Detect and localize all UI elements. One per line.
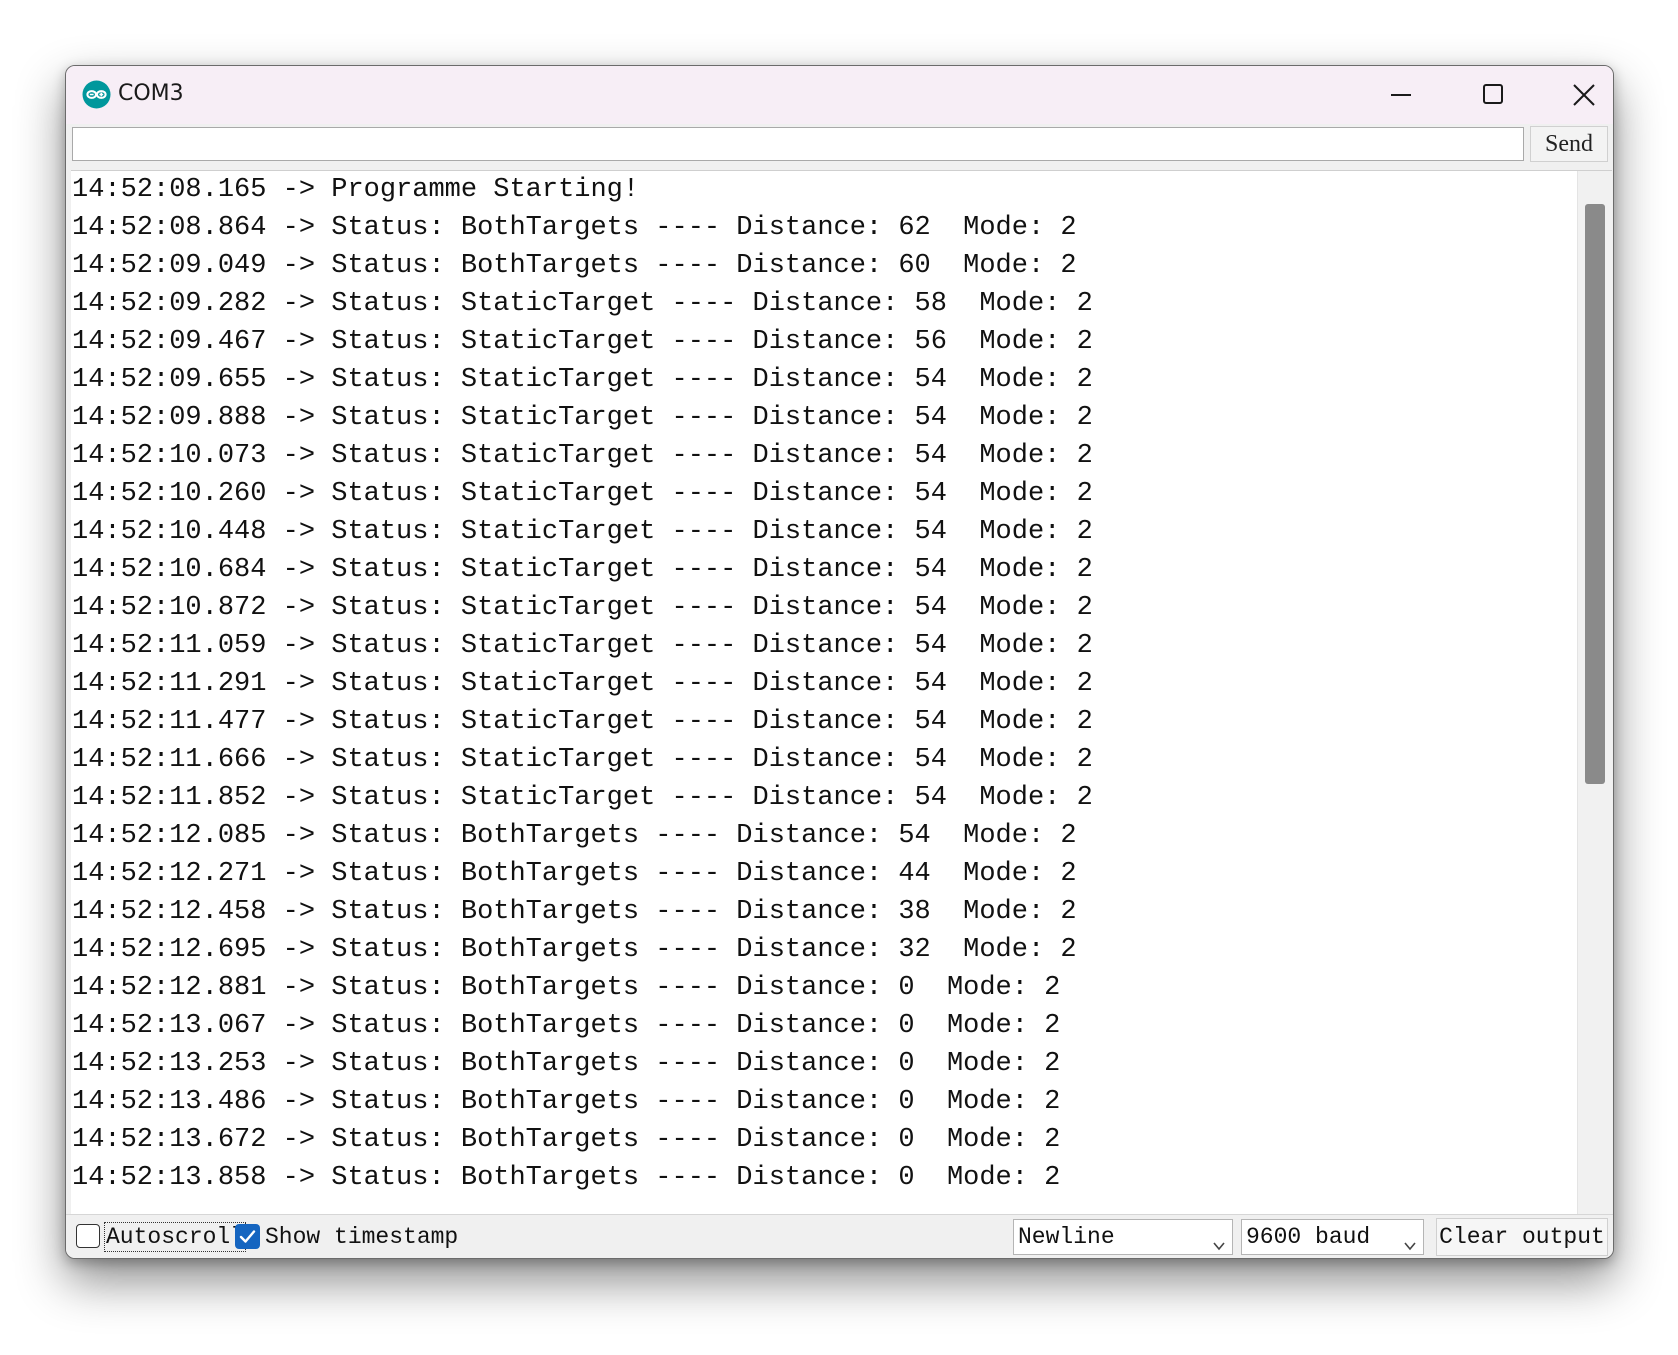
log-line: 14:52:13.253 -> Status: BothTargets ----… (72, 1049, 1061, 1079)
log-line: 14:52:13.067 -> Status: BothTargets ----… (72, 1011, 1061, 1041)
autoscroll-checkbox[interactable] (76, 1224, 100, 1248)
log-line: 14:52:12.695 -> Status: BothTargets ----… (72, 935, 1077, 965)
log-line: 14:52:08.864 -> Status: BothTargets ----… (72, 213, 1077, 243)
log-line: 14:52:13.672 -> Status: BothTargets ----… (72, 1125, 1061, 1155)
log-line: 14:52:09.282 -> Status: StaticTarget ---… (72, 289, 1093, 319)
checkmark-icon (235, 1230, 260, 1253)
log-line: 14:52:11.666 -> Status: StaticTarget ---… (72, 745, 1093, 775)
serial-input[interactable] (72, 127, 1524, 161)
log-line: 14:52:11.059 -> Status: StaticTarget ---… (72, 631, 1093, 661)
line-ending-select[interactable]: Newline (1013, 1219, 1233, 1255)
baud-rate-value: 9600 baud (1246, 1224, 1371, 1250)
log-line: 14:52:13.486 -> Status: BothTargets ----… (72, 1087, 1061, 1117)
log-line: 14:52:12.458 -> Status: BothTargets ----… (72, 897, 1077, 927)
log-line: 14:52:09.467 -> Status: StaticTarget ---… (72, 327, 1093, 357)
log-line: 14:52:12.085 -> Status: BothTargets ----… (72, 821, 1077, 851)
send-button[interactable]: Send (1530, 126, 1608, 162)
log-line: 14:52:13.858 -> Status: BothTargets ----… (72, 1163, 1061, 1193)
log-line: 14:52:12.881 -> Status: BothTargets ----… (72, 973, 1061, 1003)
baud-rate-select[interactable]: 9600 baud (1241, 1219, 1424, 1255)
log-line: 14:52:10.073 -> Status: StaticTarget ---… (72, 441, 1093, 471)
vertical-scrollbar[interactable] (1577, 171, 1612, 1214)
chevron-down-icon (1403, 1230, 1417, 1258)
serial-monitor-window: COM3 Send 14:52:08.165 -> Programme Star… (65, 65, 1614, 1259)
minimize-button[interactable] (1355, 66, 1447, 124)
log-line: 14:52:10.448 -> Status: StaticTarget ---… (72, 517, 1093, 547)
log-line: 14:52:11.291 -> Status: StaticTarget ---… (72, 669, 1093, 699)
log-line: 14:52:10.684 -> Status: StaticTarget ---… (72, 555, 1093, 585)
log-line: 14:52:09.049 -> Status: BothTargets ----… (72, 251, 1077, 281)
window-title: COM3 (118, 81, 184, 106)
show-timestamp-label[interactable]: Show timestamp (265, 1223, 458, 1251)
log-line: 14:52:09.888 -> Status: StaticTarget ---… (72, 403, 1093, 433)
show-timestamp-checkbox[interactable] (235, 1224, 260, 1249)
log-line: 14:52:08.165 -> Programme Starting! (72, 175, 640, 205)
line-ending-value: Newline (1018, 1224, 1115, 1250)
clear-output-button[interactable]: Clear output (1436, 1218, 1608, 1256)
log-line: 14:52:12.271 -> Status: BothTargets ----… (72, 859, 1077, 889)
bottom-toolbar: Autoscroll Show timestamp Newline 9600 b… (66, 1214, 1613, 1258)
serial-output[interactable]: 14:52:08.165 -> Programme Starting! 14:52… (71, 170, 1612, 1214)
log-line: 14:52:11.852 -> Status: StaticTarget ---… (72, 783, 1093, 813)
title-bar[interactable]: COM3 (66, 66, 1613, 124)
log-line: 14:52:10.260 -> Status: StaticTarget ---… (72, 479, 1093, 509)
arduino-logo-icon (82, 80, 111, 109)
send-row: Send (66, 124, 1613, 168)
chevron-down-icon (1212, 1230, 1226, 1258)
output-lines: 14:52:08.165 -> Programme Starting! 14:52… (72, 171, 1582, 1214)
maximize-button[interactable] (1447, 66, 1539, 124)
autoscroll-label[interactable]: Autoscroll (104, 1222, 247, 1252)
log-line: 14:52:09.655 -> Status: StaticTarget ---… (72, 365, 1093, 395)
log-line: 14:52:10.872 -> Status: StaticTarget ---… (72, 593, 1093, 623)
log-line: 14:52:11.477 -> Status: StaticTarget ---… (72, 707, 1093, 737)
scrollbar-thumb[interactable] (1585, 204, 1605, 784)
close-button[interactable] (1538, 66, 1613, 124)
